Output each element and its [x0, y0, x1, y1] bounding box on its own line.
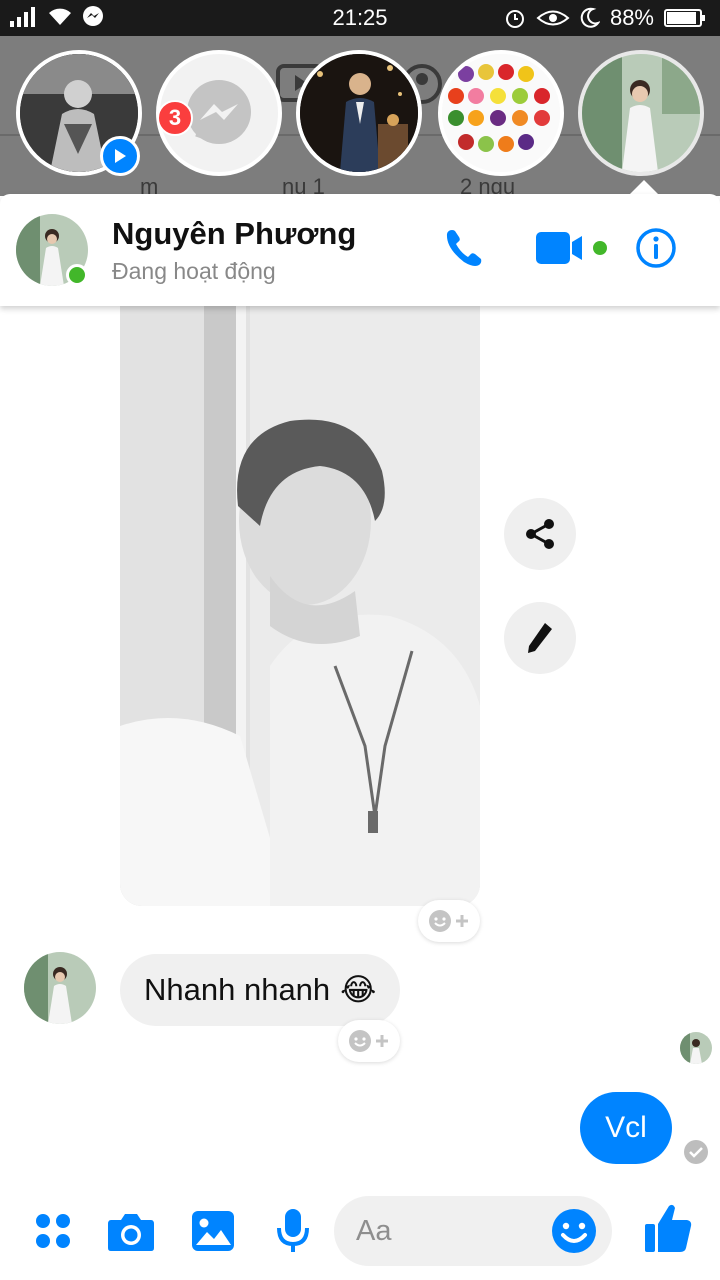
contact-active-status: Đang hoạt động: [112, 258, 276, 284]
phone-icon: [446, 230, 482, 266]
voice-call-button[interactable]: [440, 224, 488, 272]
conversation-info-button[interactable]: [634, 224, 678, 272]
smiley-icon: [349, 1030, 371, 1052]
outgoing-message-bubble[interactable]: Vcl: [580, 1092, 672, 1164]
message-input-wrapper: [334, 1196, 612, 1266]
battery-percent: 88%: [609, 5, 654, 30]
message-composer: [0, 1180, 720, 1280]
conversation-header: Nguyên Phương Đang hoạt động: [0, 194, 720, 306]
sender-avatar-image: [24, 952, 96, 1024]
plus-icon: [376, 1035, 388, 1047]
edit-image-button[interactable]: [504, 602, 576, 674]
seen-indicator-avatar: [680, 1032, 712, 1064]
video-call-button[interactable]: [536, 224, 610, 272]
microphone-icon: [277, 1209, 309, 1252]
chat-heads-bar: 3: [0, 50, 720, 180]
chat-head-avatar-image: [300, 54, 418, 172]
unread-count-badge: 3: [157, 100, 193, 136]
play-story-icon[interactable]: [100, 136, 140, 176]
incoming-message-bubble[interactable]: Nhanh nhanh 😂: [120, 954, 401, 1026]
chat-head-avatar-image: [442, 54, 560, 172]
video-camera-icon: [536, 232, 607, 264]
delivered-check-icon: [684, 1140, 708, 1164]
gallery-button[interactable]: [188, 1206, 238, 1256]
status-right: 88%: [504, 5, 706, 31]
chat-head-4[interactable]: [438, 50, 564, 176]
add-reaction-button[interactable]: [338, 1020, 400, 1062]
chat-head-active[interactable]: [578, 50, 704, 176]
share-image-button[interactable]: [504, 498, 576, 570]
info-icon: [636, 228, 676, 268]
image-gallery-icon: [192, 1211, 234, 1251]
do-not-disturb-moon-icon: [580, 7, 600, 28]
add-reaction-button[interactable]: [418, 900, 480, 942]
four-dots-icon: [36, 1214, 70, 1248]
smiley-icon: [429, 910, 451, 932]
pencil-icon: [528, 623, 552, 653]
message-text: Nhanh nhanh: [144, 972, 331, 1007]
online-status-dot: [66, 264, 88, 286]
message-input[interactable]: [356, 1196, 536, 1266]
like-button[interactable]: [642, 1200, 694, 1256]
more-actions-button[interactable]: [28, 1206, 78, 1256]
voice-record-button[interactable]: [268, 1206, 318, 1256]
share-icon: [526, 519, 554, 549]
battery-icon: [664, 9, 705, 27]
status-bar: 21:25 88%: [0, 0, 720, 36]
plus-icon: [456, 915, 468, 927]
sender-avatar[interactable]: [24, 952, 96, 1024]
chat-head-3[interactable]: [296, 50, 422, 176]
laughing-emoji: 😂: [340, 972, 377, 1008]
emoji-button[interactable]: [550, 1207, 598, 1255]
eye-comfort-icon: [536, 10, 570, 26]
message-list[interactable]: Nhanh nhanh 😂 Vcl: [0, 306, 720, 1180]
image-message[interactable]: [120, 306, 480, 906]
camera-button[interactable]: [106, 1206, 156, 1256]
chat-head-avatar-image: [582, 54, 700, 172]
alarm-icon: [505, 10, 524, 28]
emoji-smiley-icon: [552, 1209, 596, 1253]
thumbs-up-icon: [645, 1204, 692, 1252]
shared-photo: [120, 306, 480, 906]
camera-icon: [108, 1214, 154, 1251]
contact-name[interactable]: Nguyên Phương: [112, 216, 356, 252]
